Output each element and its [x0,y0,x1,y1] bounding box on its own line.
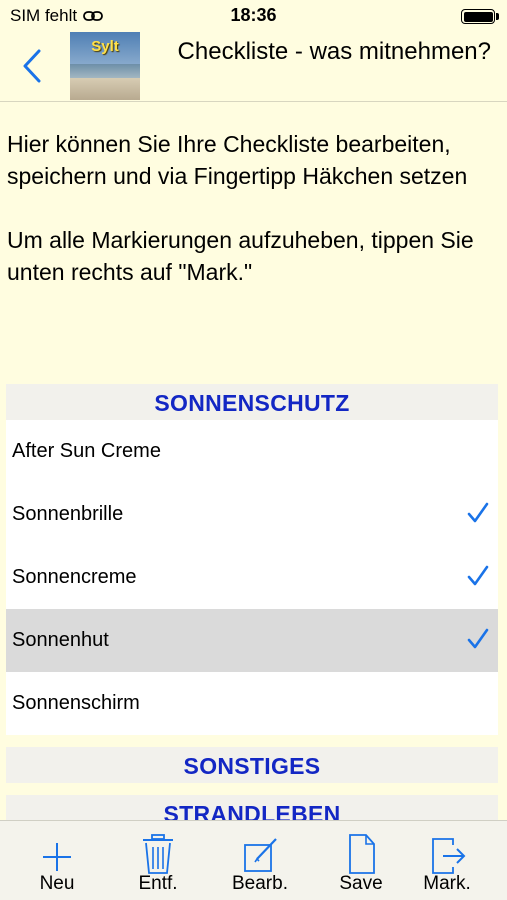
new-button[interactable]: Neu [17,821,97,900]
new-label: Neu [39,873,75,894]
delete-button[interactable]: Entf. [118,821,198,900]
list-item-selected[interactable]: Sonnenhut [6,609,498,672]
item-label: Sonnenhut [12,629,109,651]
section-header-sonnenschutz[interactable]: SONNENSCHUTZ [6,384,498,420]
intro-paragraph-2: Um alle Markierungen aufzuheben, tippen … [7,227,474,285]
list-item[interactable]: Sonnenbrille [6,483,498,546]
navigation-bar: Sylt Checkliste - was mitnehmen? [0,32,507,102]
trash-icon [143,834,173,874]
mark-button[interactable]: Mark. [407,821,487,900]
save-button[interactable]: Save [321,821,401,900]
export-icon [432,838,466,874]
edit-button[interactable]: Bearb. [220,821,300,900]
thumbnail-label: Sylt [91,38,119,55]
checklist-table: SONNENSCHUTZ After Sun Creme Sonnenbrill… [6,384,498,831]
checkmark-icon [467,565,489,586]
sylt-thumbnail-image: Sylt [70,32,140,100]
checkmark-icon [467,628,489,649]
list-item[interactable]: Sonnencreme [6,546,498,609]
status-bar: SIM fehlt 18:36 [0,0,507,32]
edit-icon [244,838,277,872]
back-chevron-icon [23,49,41,83]
page-title: Checkliste - was mitnehmen? [177,38,491,65]
item-label: After Sun Creme [12,440,161,462]
battery-tip [496,13,499,20]
item-label: Sonnenbrille [12,503,124,525]
item-label: Sonnencreme [12,566,137,588]
intro-paragraph-1: Hier können Sie Ihre Checkliste bearbeit… [7,131,468,189]
plus-icon [43,843,71,871]
list-item[interactable]: After Sun Creme [6,420,498,483]
item-label: Sonnenschirm [12,692,140,714]
delete-label: Entf. [138,873,178,894]
battery-icon [461,9,495,24]
checkmark-icon [467,502,489,523]
edit-label: Bearb. [232,873,288,894]
document-icon [349,834,375,874]
save-label: Save [339,873,383,894]
intro-text: Hier können Sie Ihre Checkliste bearbeit… [7,128,501,288]
back-button[interactable] [16,46,48,86]
section-header-sonstiges[interactable]: SONSTIGES [6,747,498,783]
mark-label: Mark. [423,873,471,894]
bottom-toolbar: Neu Entf. Bearb. Save Mark. [0,820,507,900]
list-item[interactable]: Sonnenschirm [6,672,498,735]
status-time: 18:36 [230,5,277,25]
